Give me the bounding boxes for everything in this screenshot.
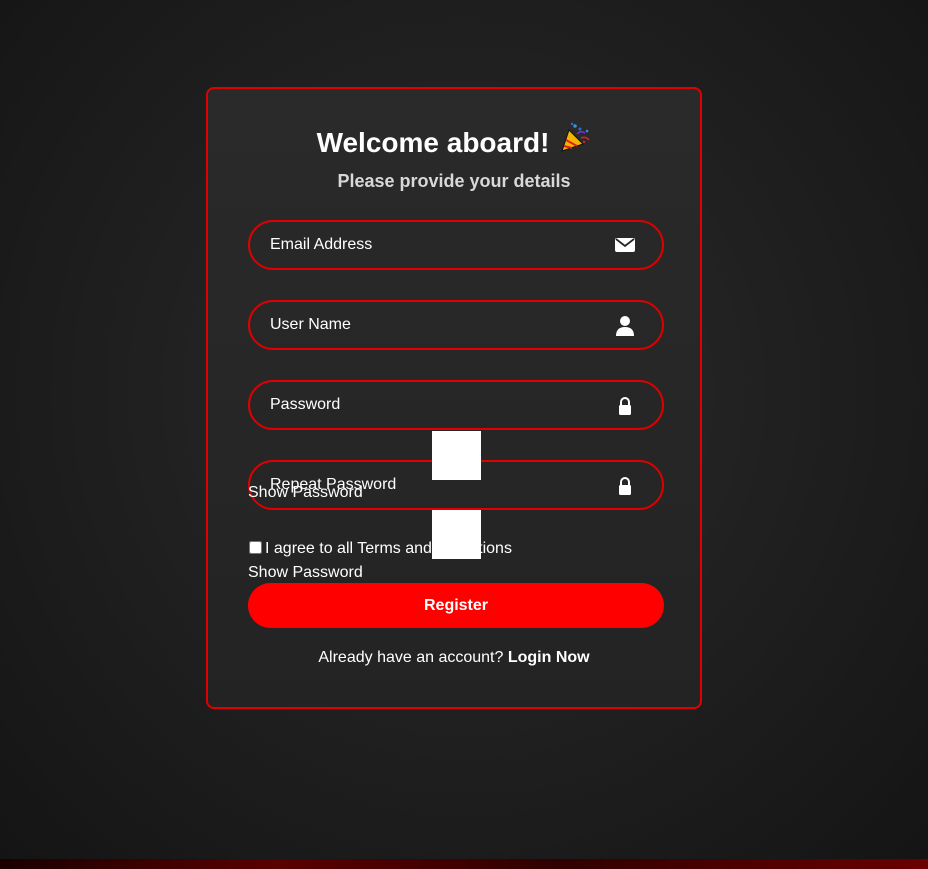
envelope-icon xyxy=(614,235,636,255)
show-password-checkbox[interactable] xyxy=(432,431,481,480)
login-prompt: Already have an account? Login Now xyxy=(208,649,700,667)
user-icon xyxy=(614,315,636,336)
party-popper-icon xyxy=(559,122,591,161)
lock-icon xyxy=(614,475,636,495)
login-prompt-text: Already have an account? xyxy=(318,649,504,666)
lock-icon xyxy=(614,395,636,415)
email-field-wrapper xyxy=(248,220,664,270)
show-password-checkbox[interactable] xyxy=(432,510,481,559)
register-button[interactable]: Register xyxy=(248,583,664,628)
show-password-label: Show Password xyxy=(248,564,363,581)
title-text: Welcome aboard! xyxy=(316,127,550,158)
username-field[interactable] xyxy=(270,302,590,348)
login-now-link[interactable]: Login Now xyxy=(508,649,590,666)
page-subtitle: Please provide your details xyxy=(337,171,571,191)
show-password-label: Show Password xyxy=(248,484,363,501)
password-field[interactable] xyxy=(270,382,590,428)
terms-checkbox[interactable] xyxy=(249,541,262,554)
register-card: Welcome aboard! Please provide your deta… xyxy=(206,87,702,709)
password-field-wrapper xyxy=(248,380,664,430)
page-title: Welcome aboard! xyxy=(208,122,700,161)
username-field-wrapper xyxy=(248,300,664,350)
email-field[interactable] xyxy=(270,222,590,268)
bottom-decoration xyxy=(0,859,928,869)
